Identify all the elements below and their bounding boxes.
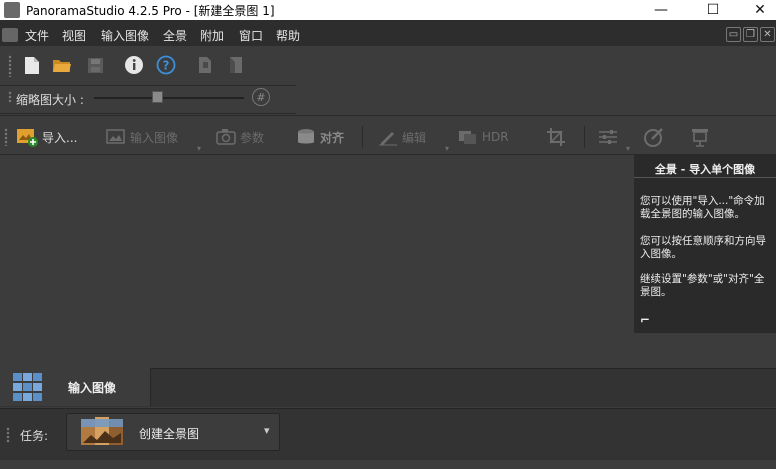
- menu-extras[interactable]: 附加: [200, 27, 224, 44]
- help-paragraph-1: 您可以使用"导入..."命令加载全景图的输入图像。: [640, 195, 765, 220]
- toolbar-grip[interactable]: [6, 427, 10, 443]
- images-icon: [106, 129, 125, 144]
- task-label: 任务:: [20, 429, 49, 443]
- adjust-button[interactable]: [598, 126, 618, 148]
- thumbnail-size-slider[interactable]: [94, 97, 244, 99]
- panorama-thumbnail-icon: [81, 417, 123, 445]
- status-strip: [0, 460, 776, 469]
- brush-icon: [644, 128, 663, 147]
- maximize-button[interactable]: ☐: [690, 0, 736, 20]
- doc-icon[interactable]: [2, 28, 18, 42]
- import-label: 导入...: [42, 130, 78, 145]
- panel-corner-icon[interactable]: ⌐: [640, 313, 650, 327]
- help-title: 全景 - 导入单个图像: [654, 163, 756, 176]
- dropdown-arrow-icon[interactable]: ▾: [197, 144, 201, 153]
- toolbar-divider: [0, 113, 296, 114]
- input-images-label: 输入图像: [130, 130, 179, 145]
- help-icon[interactable]: ?: [156, 55, 176, 75]
- menu-help[interactable]: 帮助: [276, 27, 300, 44]
- task-select[interactable]: 创建全景图 ▾: [66, 413, 280, 451]
- toolbar-grip[interactable]: [8, 55, 12, 77]
- mdi-restore-icon[interactable]: ❐: [743, 27, 758, 42]
- task-value: 创建全景图: [139, 427, 200, 441]
- import-image-icon: [17, 129, 38, 147]
- thumbnail-size-label: 缩略图大小 :: [16, 93, 84, 107]
- menu-file[interactable]: 文件: [25, 27, 49, 44]
- separator: [362, 126, 363, 148]
- presentation-button[interactable]: [690, 126, 710, 148]
- menu-window[interactable]: 窗口: [239, 27, 263, 44]
- menu-bar: 文件 视图 输入图像 全景 附加 窗口 帮助 ▭ ❐ ✕: [0, 24, 776, 46]
- export-doc-icon[interactable]: [226, 55, 246, 75]
- svg-text:?: ?: [163, 59, 170, 73]
- chevron-down-icon[interactable]: ▾: [264, 424, 270, 437]
- tab-input-images[interactable]: 输入图像: [0, 368, 151, 406]
- dropdown-arrow-icon[interactable]: ▾: [626, 144, 630, 153]
- edit-button[interactable]: 编辑: [378, 126, 426, 148]
- main-toolbar: 导入... 输入图像 ▾ 参数 对齐 编辑 ▾ HDR ▾: [0, 120, 776, 155]
- params-label: 参数: [240, 130, 265, 145]
- mdi-close-icon[interactable]: ✕: [760, 27, 775, 42]
- input-images-button[interactable]: 输入图像: [106, 126, 178, 148]
- slider-thumb[interactable]: [151, 91, 163, 103]
- color-button[interactable]: [644, 126, 664, 148]
- edit-label: 编辑: [402, 130, 427, 145]
- sliders-icon: [599, 130, 617, 144]
- close-button[interactable]: ✕: [737, 0, 776, 20]
- file-toolbar: ? 缩略图大小 : #: [0, 47, 776, 116]
- camera-icon: [216, 129, 236, 145]
- align-button[interactable]: 对齐: [296, 126, 344, 148]
- menu-input-images[interactable]: 输入图像: [101, 27, 149, 44]
- toolbar-divider: [0, 85, 296, 86]
- hash-icon[interactable]: #: [252, 88, 270, 106]
- help-divider: [634, 177, 776, 178]
- import-button[interactable]: 导入...: [16, 126, 77, 148]
- app-icon[interactable]: [4, 2, 20, 18]
- align-label: 对齐: [320, 130, 345, 145]
- edit-icon: [379, 132, 397, 146]
- new-file-icon[interactable]: [22, 55, 42, 75]
- toolbar-grip[interactable]: [4, 128, 8, 146]
- separator: [584, 126, 585, 148]
- menu-view[interactable]: 视图: [62, 27, 86, 44]
- hdr-icon: [459, 131, 476, 144]
- hdr-label: HDR: [482, 130, 509, 144]
- import-doc-icon[interactable]: [195, 55, 215, 75]
- crop-icon: [547, 128, 565, 146]
- toolbar-grip[interactable]: [8, 91, 12, 103]
- tab-input-images-label: 输入图像: [68, 381, 117, 395]
- dropdown-arrow-icon[interactable]: ▾: [445, 144, 449, 153]
- hdr-button[interactable]: HDR: [458, 126, 509, 148]
- save-icon[interactable]: [85, 55, 105, 75]
- help-paragraph-2: 您可以按任意顺序和方向导入图像。: [640, 235, 766, 260]
- info-icon[interactable]: [124, 55, 144, 75]
- params-button[interactable]: 参数: [216, 126, 264, 148]
- easel-icon: [692, 129, 708, 147]
- cylinder-icon: [298, 129, 314, 144]
- help-paragraph-3: 继续设置"参数"或"对齐"全景图。: [640, 273, 765, 298]
- mdi-minimize-icon[interactable]: ▭: [726, 27, 741, 42]
- menu-panorama[interactable]: 全景: [163, 27, 187, 44]
- window-title: PanoramaStudio 4.2.5 Pro - [新建全景图 1]: [26, 4, 275, 18]
- grid-icon: [13, 373, 42, 401]
- help-panel: 全景 - 导入单个图像 您可以使用"导入..."命令加载全景图的输入图像。 您可…: [634, 155, 776, 333]
- open-folder-icon[interactable]: [52, 55, 72, 75]
- minimize-button[interactable]: —: [638, 0, 684, 20]
- crop-button[interactable]: [546, 126, 566, 148]
- title-bar: PanoramaStudio 4.2.5 Pro - [新建全景图 1] — ☐…: [0, 0, 776, 20]
